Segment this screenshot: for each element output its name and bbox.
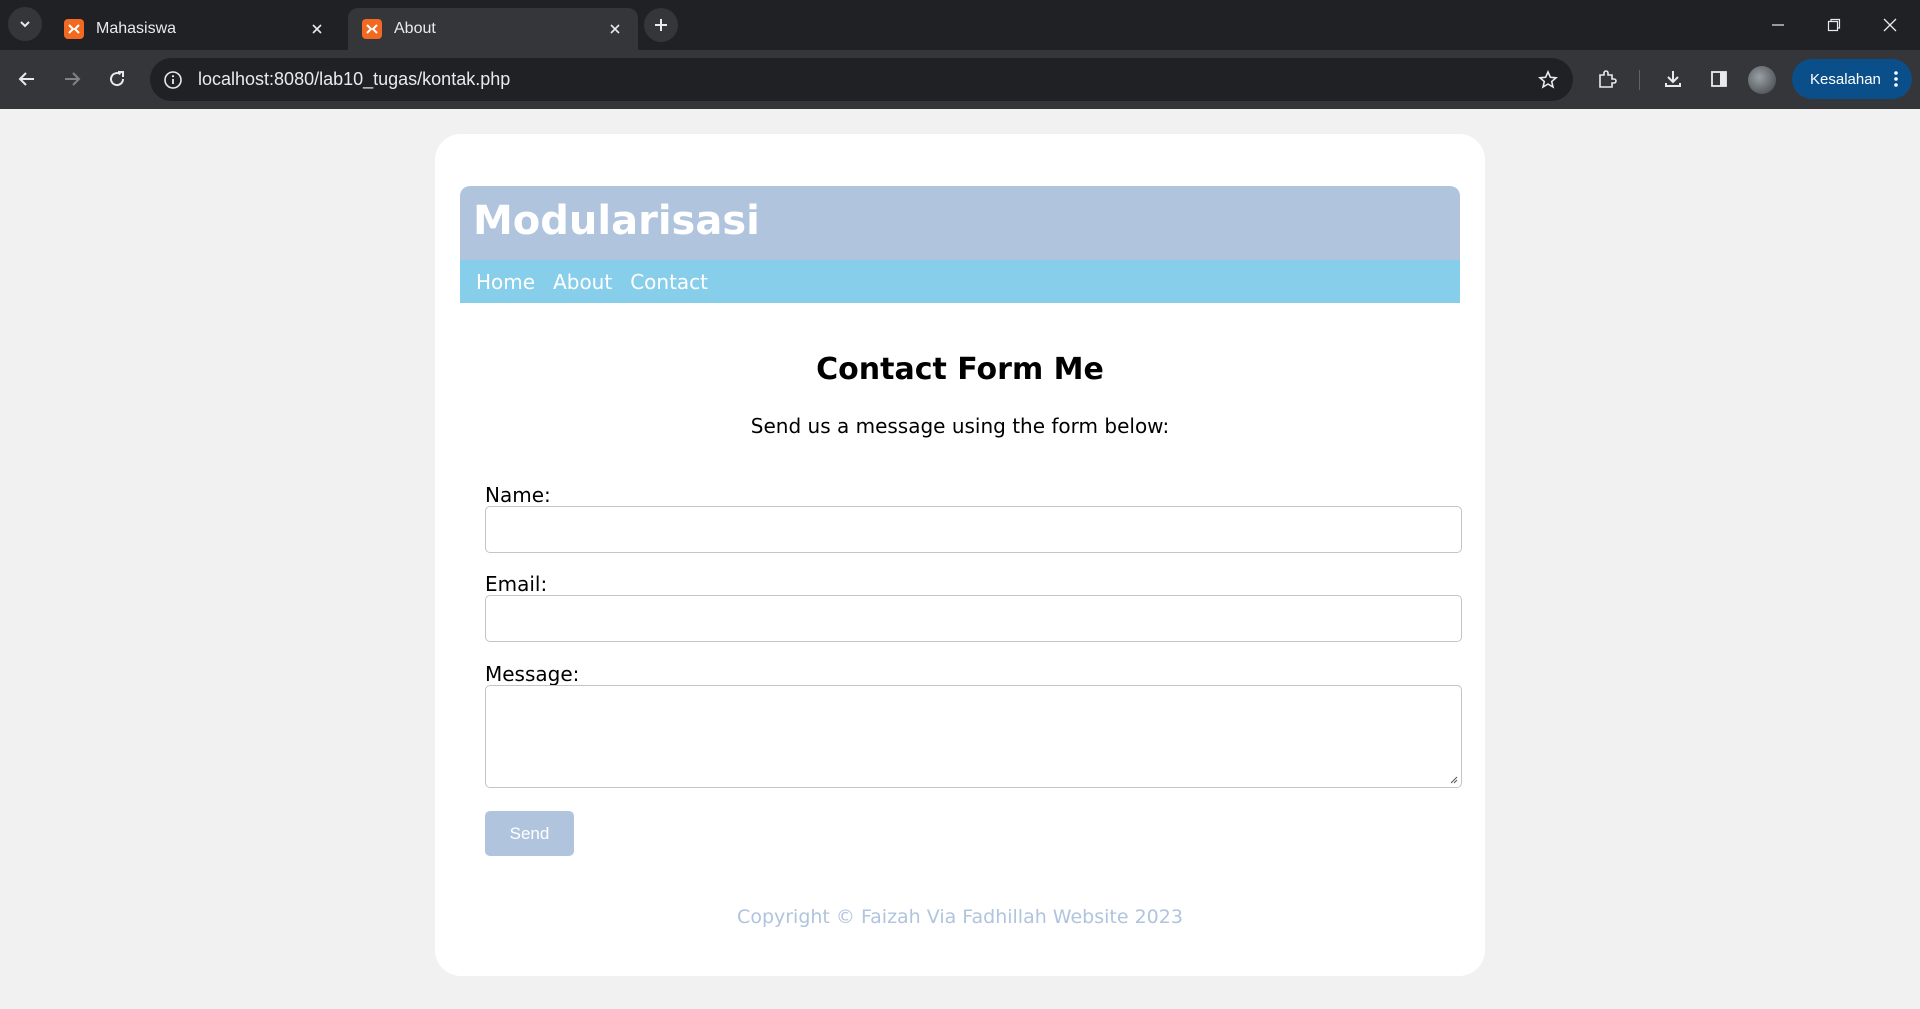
toolbar-divider [1639, 70, 1640, 90]
tab-title: Mahasiswa [96, 20, 177, 37]
content-card: Modularisasi Home About Contact Contact … [435, 134, 1485, 976]
error-button-label: Kesalahan [1810, 70, 1881, 88]
download-icon [1665, 71, 1681, 87]
site-header: Modularisasi [460, 186, 1460, 260]
site-title: Modularisasi [473, 198, 760, 244]
minimize-icon [1772, 24, 1784, 26]
site-nav: Home About Contact [460, 260, 1460, 303]
new-tab-button[interactable] [644, 8, 678, 42]
minimize-button[interactable] [1750, 0, 1806, 50]
resize-handle-icon[interactable] [1448, 774, 1458, 784]
arrow-right-icon [65, 72, 81, 86]
restore-icon [1827, 18, 1841, 32]
back-button[interactable] [10, 62, 44, 96]
reload-icon [110, 71, 125, 87]
xampp-icon [362, 19, 382, 39]
name-label: Name: [485, 483, 551, 507]
downloads-button[interactable] [1656, 62, 1690, 96]
tab-about[interactable]: About [348, 8, 638, 50]
forward-button[interactable] [55, 62, 89, 96]
side-panel-icon [1711, 71, 1727, 87]
reload-button[interactable] [100, 62, 134, 96]
footer-copyright: Copyright © Faizah Via Fadhillah Website… [737, 906, 1183, 928]
puzzle-icon [1599, 70, 1617, 88]
bookmark-star-icon[interactable] [1531, 63, 1565, 97]
close-window-button[interactable] [1862, 0, 1918, 50]
xampp-icon [64, 19, 84, 39]
error-button[interactable]: Kesalahan [1792, 59, 1912, 99]
nav-link-about[interactable]: About [553, 270, 612, 294]
tab-mahasiswa[interactable]: Mahasiswa [50, 8, 340, 50]
page-subtitle: Send us a message using the form below: [750, 414, 1170, 438]
extensions-button[interactable] [1590, 62, 1624, 96]
url-text: localhost:8080/lab10_tugas/kontak.php [198, 69, 511, 89]
message-textarea[interactable] [485, 685, 1462, 788]
tab-title: About [394, 20, 436, 37]
email-field[interactable] [485, 595, 1462, 642]
browser-toolbar: localhost:8080/lab10_tugas/kontak.php Ke… [0, 50, 1920, 109]
email-label: Email: [485, 572, 548, 596]
chevron-down-icon [20, 21, 30, 28]
plus-icon [655, 19, 667, 31]
side-panel-button[interactable] [1702, 62, 1736, 96]
address-bar[interactable]: localhost:8080/lab10_tugas/kontak.php [150, 58, 1573, 101]
name-field[interactable] [485, 506, 1462, 553]
close-icon[interactable] [604, 18, 626, 40]
profile-avatar[interactable] [1748, 66, 1776, 94]
send-button[interactable]: Send [485, 811, 574, 856]
close-icon[interactable] [306, 18, 328, 40]
arrow-left-icon [18, 72, 34, 86]
nav-link-contact[interactable]: Contact [630, 270, 708, 294]
tab-search-button[interactable] [8, 7, 42, 41]
site-info-icon[interactable] [162, 69, 184, 91]
close-icon [1883, 18, 1897, 32]
more-vert-icon [1881, 70, 1912, 88]
restore-button[interactable] [1806, 0, 1862, 50]
message-label: Message: [485, 662, 580, 686]
browser-tabstrip: Mahasiswa About [0, 0, 1920, 50]
page-title: Contact Form Me [816, 352, 1104, 387]
nav-link-home[interactable]: Home [476, 270, 535, 294]
